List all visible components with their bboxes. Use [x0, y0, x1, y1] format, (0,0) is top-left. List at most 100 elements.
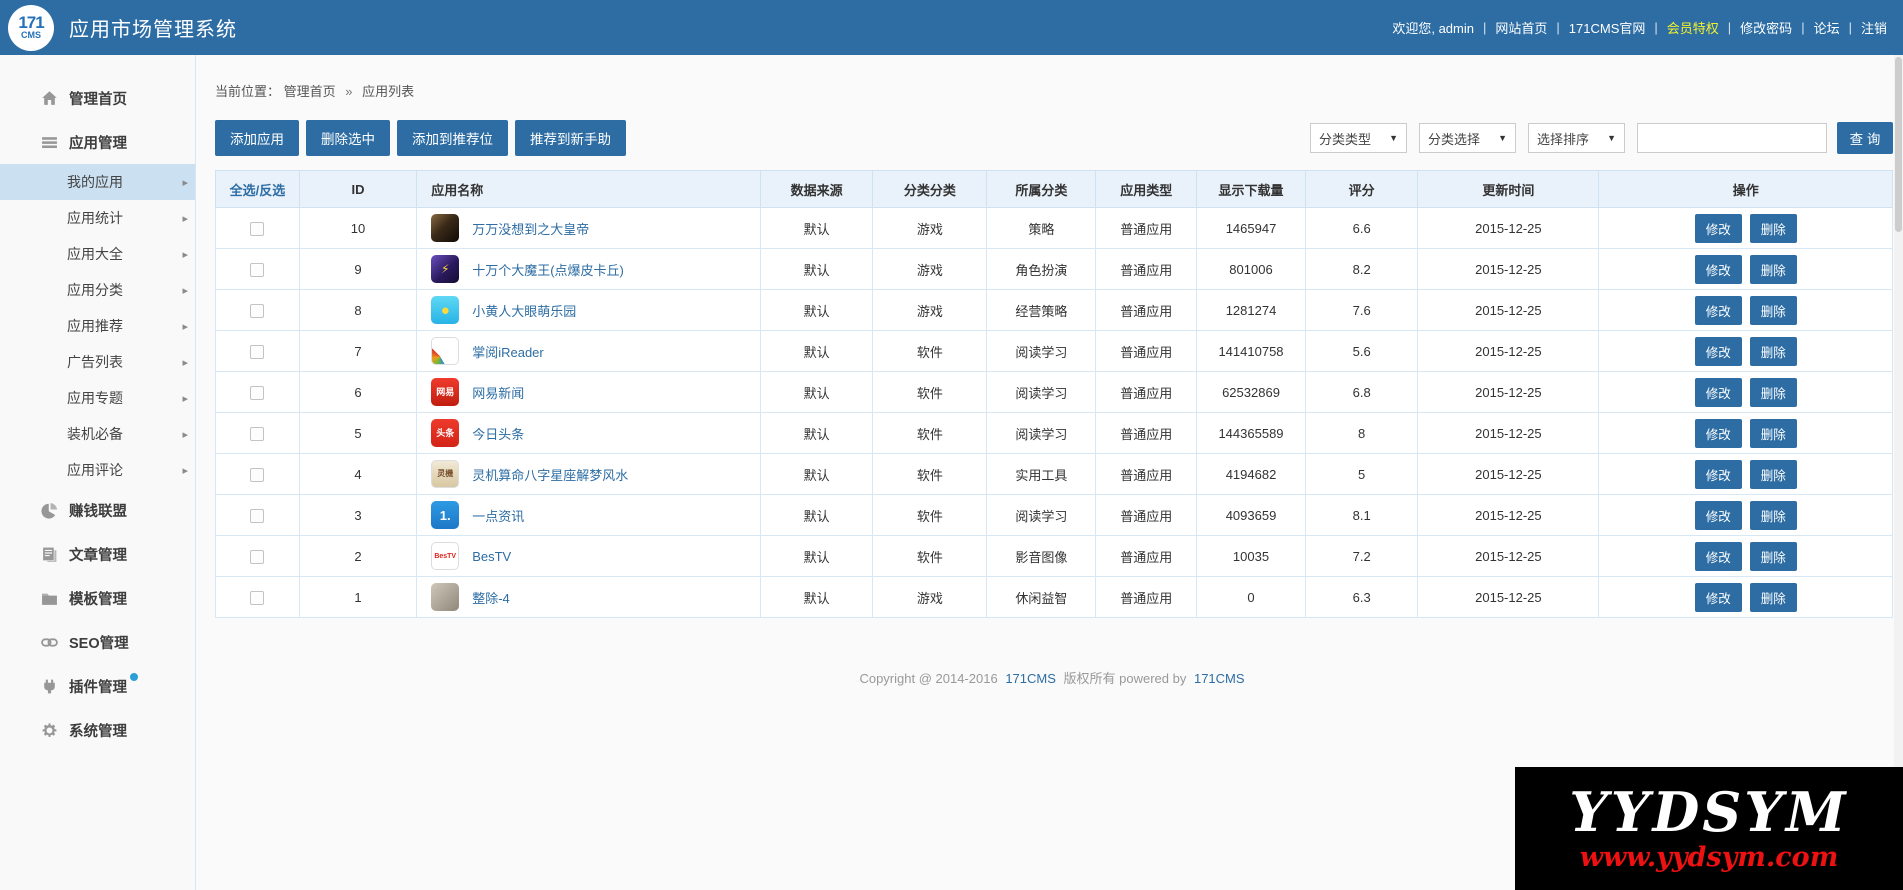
cell-id: 9 [299, 249, 416, 290]
edit-button[interactable]: 修改 [1695, 460, 1742, 489]
sidebar-item-2[interactable]: 应用管理 [0, 120, 195, 164]
vertical-scrollbar[interactable] [1894, 55, 1903, 890]
cell-actions: 修改删除 [1599, 372, 1893, 413]
select-all-link[interactable]: 全选/反选 [230, 183, 286, 198]
app-name-link[interactable]: 小黄人大眼萌乐园 [472, 301, 576, 320]
delete-button[interactable]: 删除 [1750, 214, 1797, 243]
sidebar-item-17[interactable]: 系统管理 [0, 708, 195, 752]
sidebar-item-14[interactable]: 模板管理 [0, 576, 195, 620]
row-checkbox[interactable] [250, 550, 264, 564]
app-name-link[interactable]: 整除-4 [472, 588, 510, 607]
row-checkbox[interactable] [250, 591, 264, 605]
row-checkbox[interactable] [250, 304, 264, 318]
delete-button[interactable]: 删除 [1750, 378, 1797, 407]
sidebar-subitem-3[interactable]: 我的应用▸ [0, 164, 195, 200]
topnav-link-4[interactable]: 修改密码 [1740, 18, 1792, 37]
app-name-link[interactable]: BesTV [472, 549, 511, 564]
row-checkbox[interactable] [250, 427, 264, 441]
edit-button[interactable]: 修改 [1695, 214, 1742, 243]
filter-select-3[interactable]: 选择排序▼ [1528, 123, 1625, 153]
footer-brand-link-1[interactable]: 171CMS [1005, 671, 1056, 686]
filter-select-1[interactable]: 分类类型▼ [1310, 123, 1407, 153]
topnav-link-1[interactable]: 网站首页 [1495, 18, 1547, 37]
edit-button[interactable]: 修改 [1695, 378, 1742, 407]
footer-brand-link-2[interactable]: 171CMS [1194, 671, 1245, 686]
sidebar-subitem-7[interactable]: 应用推荐▸ [0, 308, 195, 344]
sidebar-item-15[interactable]: SEO管理 [0, 620, 195, 664]
cell-actions: 修改删除 [1599, 249, 1893, 290]
action-button-1[interactable]: 添加应用 [215, 120, 299, 156]
sidebar-subitem-10[interactable]: 装机必备▸ [0, 416, 195, 452]
app-name-link[interactable]: 灵机算命八字星座解梦风水 [472, 465, 628, 484]
app-icon: 网易 [431, 378, 459, 406]
topnav-link-3[interactable]: 会员特权 [1667, 18, 1719, 37]
edit-button[interactable]: 修改 [1695, 255, 1742, 284]
delete-button[interactable]: 删除 [1750, 542, 1797, 571]
topnav-link-2[interactable]: 171CMS官网 [1569, 18, 1646, 37]
row-checkbox[interactable] [250, 345, 264, 359]
delete-button[interactable]: 删除 [1750, 460, 1797, 489]
column-header-1[interactable]: 全选/反选 [216, 171, 300, 208]
delete-button[interactable]: 删除 [1750, 337, 1797, 366]
breadcrumb-home-link[interactable]: 管理首页 [284, 84, 336, 99]
app-name-link[interactable]: 万万没想到之大皇帝 [472, 219, 589, 238]
edit-button[interactable]: 修改 [1695, 419, 1742, 448]
delete-button[interactable]: 删除 [1750, 255, 1797, 284]
edit-button[interactable]: 修改 [1695, 501, 1742, 530]
cell-app-name: 掌阅iReader [417, 331, 761, 372]
search-input[interactable] [1637, 123, 1827, 153]
sidebar-subitem-11[interactable]: 应用评论▸ [0, 452, 195, 488]
delete-button[interactable]: 删除 [1750, 501, 1797, 530]
app-name-link[interactable]: 网易新闻 [472, 383, 524, 402]
scrollbar-thumb[interactable] [1895, 57, 1902, 232]
action-button-3[interactable]: 添加到推荐位 [397, 120, 508, 156]
sidebar-subitem-5[interactable]: 应用大全▸ [0, 236, 195, 272]
delete-button[interactable]: 删除 [1750, 583, 1797, 612]
chevron-right-icon: ▸ [182, 320, 188, 333]
filter-select-value: 选择排序 [1537, 129, 1589, 148]
footer-copyright: Copyright @ 2014-2016 171CMS 版权所有 powere… [215, 668, 1893, 687]
edit-button[interactable]: 修改 [1695, 542, 1742, 571]
filter-select-value: 分类选择 [1428, 129, 1480, 148]
edit-button[interactable]: 修改 [1695, 296, 1742, 325]
edit-button[interactable]: 修改 [1695, 583, 1742, 612]
topnav-link-6[interactable]: 注销 [1861, 18, 1887, 37]
sidebar-subitem-4[interactable]: 应用统计▸ [0, 200, 195, 236]
cell-checkbox [216, 454, 300, 495]
delete-button[interactable]: 删除 [1750, 419, 1797, 448]
cell-checkbox [216, 413, 300, 454]
sidebar-item-1[interactable]: 管理首页 [0, 76, 195, 120]
action-button-4[interactable]: 推荐到新手助 [515, 120, 626, 156]
row-checkbox[interactable] [250, 222, 264, 236]
search-button[interactable]: 查 询 [1837, 122, 1893, 154]
sidebar-subitem-6[interactable]: 应用分类▸ [0, 272, 195, 308]
sidebar-item-12[interactable]: 赚钱联盟 [0, 488, 195, 532]
cell-source: 默认 [761, 577, 873, 618]
app-name-link[interactable]: 十万个大魔王(点爆皮卡丘) [472, 260, 624, 279]
row-checkbox[interactable] [250, 468, 264, 482]
app-name-link[interactable]: 今日头条 [472, 424, 524, 443]
sidebar-item-13[interactable]: 文章管理 [0, 532, 195, 576]
app-name-link[interactable]: 掌阅iReader [472, 342, 544, 361]
sidebar-item-label: SEO管理 [69, 632, 129, 653]
edit-button[interactable]: 修改 [1695, 337, 1742, 366]
action-button-2[interactable]: 删除选中 [306, 120, 390, 156]
row-checkbox[interactable] [250, 263, 264, 277]
topnav-link-5[interactable]: 论坛 [1814, 18, 1840, 37]
row-checkbox[interactable] [250, 386, 264, 400]
delete-button[interactable]: 删除 [1750, 296, 1797, 325]
column-header-10: 更新时间 [1418, 171, 1599, 208]
sidebar-subitem-label: 应用大全 [67, 244, 123, 264]
chevron-right-icon: ▸ [182, 284, 188, 297]
nav-separator: | [1556, 20, 1559, 35]
app-name-link[interactable]: 一点资讯 [472, 506, 524, 525]
sidebar-subitem-label: 装机必备 [67, 424, 123, 444]
row-checkbox[interactable] [250, 509, 264, 523]
cell-downloads: 62532869 [1197, 372, 1306, 413]
filter-select-2[interactable]: 分类选择▼ [1419, 123, 1516, 153]
sidebar-subitem-8[interactable]: 广告列表▸ [0, 344, 195, 380]
cell-app-type: 普通应用 [1096, 372, 1197, 413]
sidebar-subitem-9[interactable]: 应用专题▸ [0, 380, 195, 416]
sidebar-item-16[interactable]: 插件管理 [0, 664, 195, 708]
cell-class-type: 软件 [873, 372, 987, 413]
